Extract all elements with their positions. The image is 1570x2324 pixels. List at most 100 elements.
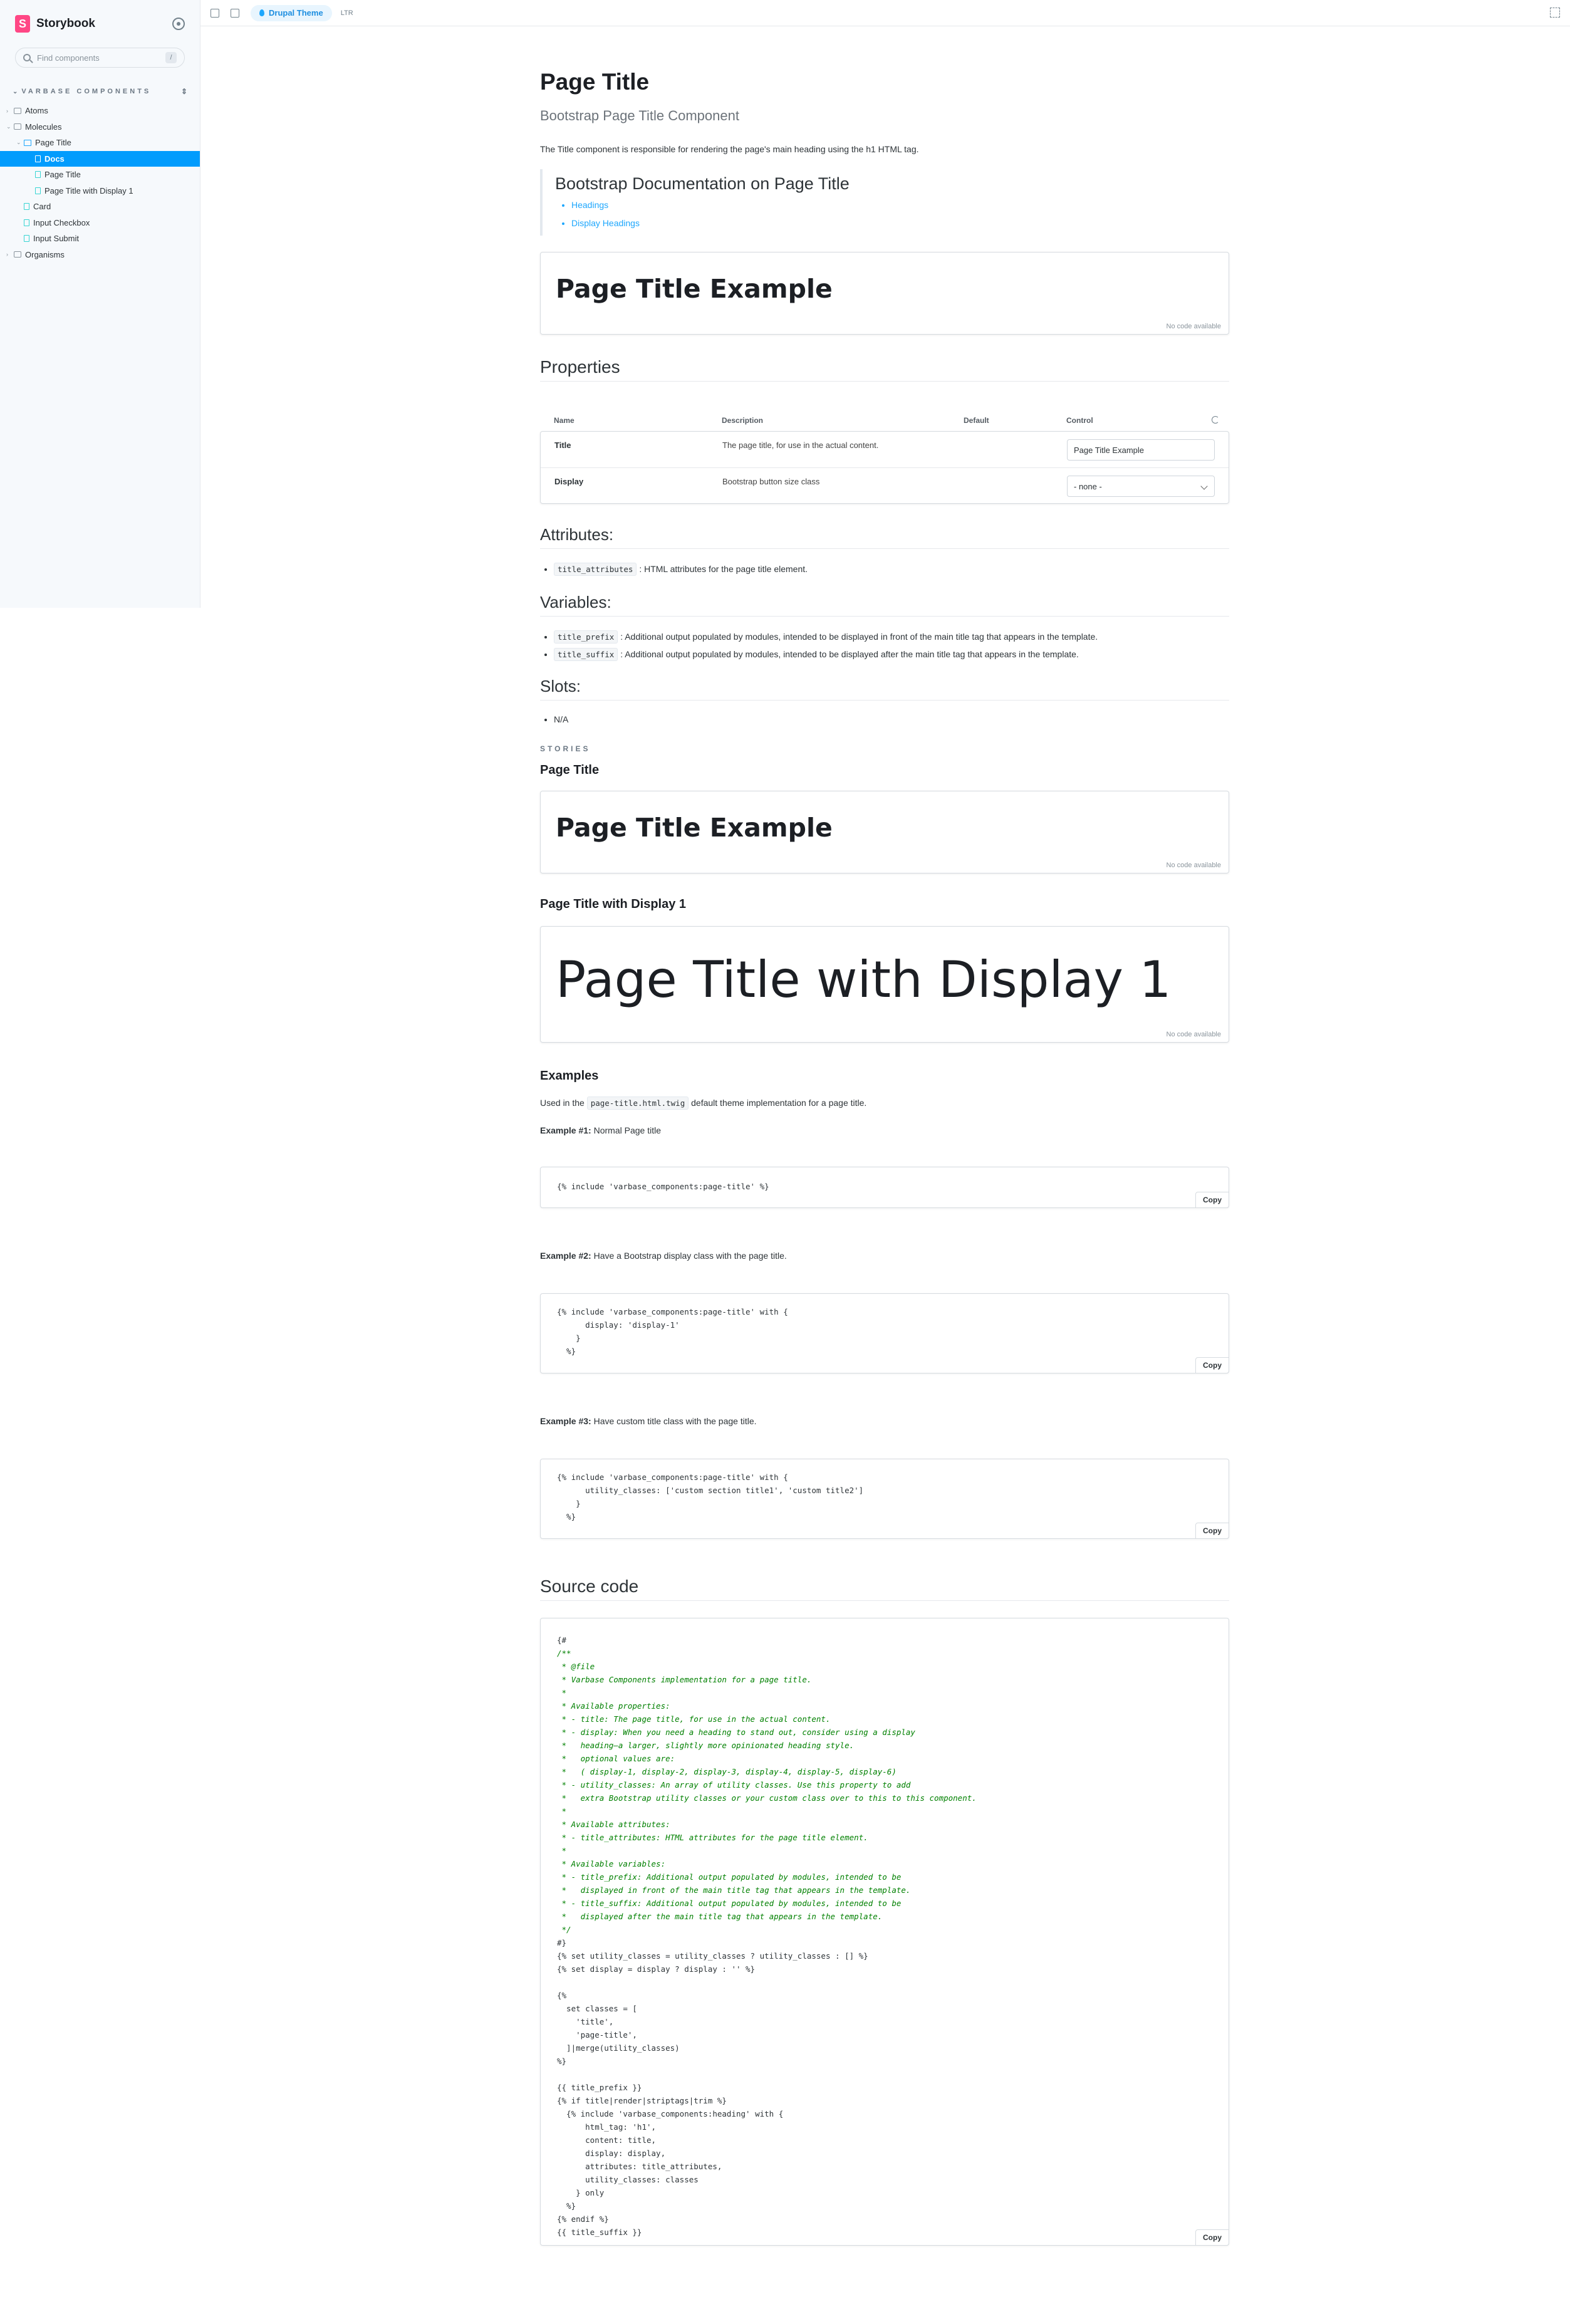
intro-text: The Title component is responsible for r… [540, 144, 919, 154]
code-block-example-3: {% include 'varbase_components:page-titl… [540, 1459, 1229, 1539]
props-table-header: Name Description Default Control [540, 409, 1229, 432]
chevron-down-icon [1200, 482, 1208, 490]
bootstrap-docs-heading: Bootstrap Documentation on Page Title [555, 174, 850, 193]
sidebar-item-input-checkbox[interactable]: Input Checkbox [0, 215, 200, 231]
sidebar-item-label: Page Title with Display 1 [44, 185, 133, 195]
sidebar-item-story-page-title[interactable]: Page Title [0, 167, 200, 183]
slots-list: N/A [540, 714, 568, 732]
intro-post: default theme implementation for a page … [691, 1098, 867, 1108]
select-value: - none - [1074, 482, 1102, 491]
example-text: Have a Bootstrap display class with the … [593, 1251, 787, 1261]
link-headings[interactable]: Headings [571, 200, 608, 210]
settings-gear-icon[interactable] [172, 18, 185, 30]
sidebar-item-label: Molecules [25, 122, 62, 132]
outline-icon[interactable] [231, 8, 239, 18]
sidebar-header: S Storybook [0, 0, 200, 48]
story-preview-page-title: Page Title Example No code available [540, 791, 1229, 873]
inline-code: title_prefix [554, 630, 618, 644]
search-shortcut-badge: / [165, 52, 177, 63]
copy-button[interactable]: Copy [1195, 2229, 1229, 2246]
sidebar-item-docs[interactable]: Docs [0, 150, 200, 167]
chevron-down-icon: ⌄ [16, 139, 21, 146]
expand-all-icon[interactable]: ⇕ [181, 87, 187, 96]
copy-button[interactable]: Copy [1195, 1192, 1229, 1208]
sidebar-item-label: Input Submit [33, 234, 79, 244]
examples-heading: Examples [540, 1069, 599, 1083]
col-control: Control [1066, 416, 1093, 425]
folder-icon [14, 251, 21, 258]
list-item: title_attributes : HTML attributes for t… [554, 563, 808, 576]
story-preview-display-1: Page Title with Display 1 No code availa… [540, 926, 1229, 1043]
sidebar-item-label: Page Title [44, 170, 81, 180]
example-2-caption: Example #2: Have a Bootstrap display cla… [540, 1251, 787, 1261]
copy-button[interactable]: Copy [1195, 1523, 1229, 1539]
sidebar-item-label: Docs [44, 154, 65, 164]
sidebar-item-label: Input Checkbox [33, 217, 90, 227]
list-item: N/A [554, 714, 568, 724]
col-default: Default [964, 416, 989, 425]
example-text: Normal Page title [593, 1125, 661, 1135]
sidebar-item-card[interactable]: Card [0, 199, 200, 215]
toolbar: Drupal Theme LTR [200, 0, 1570, 26]
sidebar-item-input-submit[interactable]: Input Submit [0, 231, 200, 247]
sidebar-section-header[interactable]: ⌄ VARBASE COMPONENTS ⇕ [0, 85, 200, 98]
examples-intro: Used in the page-title.html.twig default… [540, 1097, 867, 1110]
story-heading-display-1: Page Title with Display 1 [540, 897, 687, 911]
sidebar-item-story-display-1[interactable]: Page Title with Display 1 [0, 183, 200, 199]
example-label: Example #1: [540, 1125, 591, 1135]
sidebar-item-organisms[interactable]: › Organisms [0, 247, 200, 263]
grid-icon[interactable] [211, 8, 219, 18]
properties-heading: Properties [540, 357, 1229, 382]
copy-button[interactable]: Copy [1195, 1357, 1229, 1373]
title-control-textarea[interactable]: Page Title Example [1067, 439, 1215, 461]
reset-controls-icon[interactable] [1212, 416, 1219, 424]
sidebar: S Storybook Find components / ⌄ VARBASE … [0, 0, 200, 608]
story-preview-title: Page Title Example [556, 813, 833, 843]
sidebar-item-page-title[interactable]: ⌄ Page Title [0, 135, 200, 151]
example-text: Have custom title class with the page ti… [593, 1416, 757, 1426]
search-input[interactable]: Find components / [15, 48, 185, 68]
props-table: Title The page title, for use in the act… [540, 431, 1229, 504]
folder-icon [14, 107, 21, 114]
sidebar-item-molecules[interactable]: ⌄ Molecules [0, 119, 200, 135]
code-open: {# [557, 1635, 567, 1645]
folder-icon [14, 123, 21, 130]
col-description: Description [722, 416, 764, 425]
brand-title[interactable]: Storybook [36, 17, 95, 31]
inline-code: title_attributes [554, 563, 637, 576]
prop-description: The page title, for use in the actual co… [722, 440, 879, 450]
chevron-right-icon: › [6, 251, 8, 258]
sidebar-item-label: Page Title [35, 138, 71, 148]
search-placeholder: Find components [37, 53, 100, 63]
attributes-list: title_attributes : HTML attributes for t… [540, 563, 808, 581]
variables-list: title_prefix : Additional output populat… [540, 630, 1098, 667]
intro-pre: Used in the [540, 1098, 585, 1108]
no-code-label: No code available [1166, 862, 1221, 869]
direction-toggle[interactable]: LTR [341, 9, 353, 17]
sidebar-item-atoms[interactable]: › Atoms [0, 103, 200, 119]
link-display-headings[interactable]: Display Headings [571, 218, 640, 228]
search-icon [23, 54, 31, 61]
prop-name: Display [554, 477, 584, 486]
fullscreen-icon[interactable] [1550, 8, 1560, 18]
no-code-label: No code available [1166, 323, 1221, 330]
display-control-select[interactable]: - none - [1067, 476, 1215, 497]
bootstrap-docs-blockquote: Bootstrap Documentation on Page Title He… [540, 169, 1229, 236]
page-title: Page Title [540, 69, 650, 95]
document-icon [35, 155, 41, 162]
drupal-drop-icon [259, 9, 264, 16]
story-icon [24, 219, 29, 226]
col-name: Name [554, 416, 574, 425]
code-text: {% include 'varbase_components:page-titl… [557, 1472, 864, 1521]
table-row: Display Bootstrap button size class - no… [541, 468, 1229, 504]
theme-switcher-button[interactable]: Drupal Theme [251, 4, 332, 21]
page-subtitle: Bootstrap Page Title Component [540, 108, 739, 123]
chevron-down-icon: ⌄ [6, 123, 11, 130]
list-text: : Additional output populated by modules… [620, 649, 1079, 659]
variables-heading: Variables: [540, 593, 1229, 617]
sidebar-item-label: Atoms [25, 106, 48, 116]
storybook-logo-icon[interactable]: S [15, 15, 30, 33]
example-label: Example #3: [540, 1416, 591, 1426]
example-3-caption: Example #3: Have custom title class with… [540, 1416, 757, 1426]
story-heading-page-title: Page Title [540, 763, 600, 777]
